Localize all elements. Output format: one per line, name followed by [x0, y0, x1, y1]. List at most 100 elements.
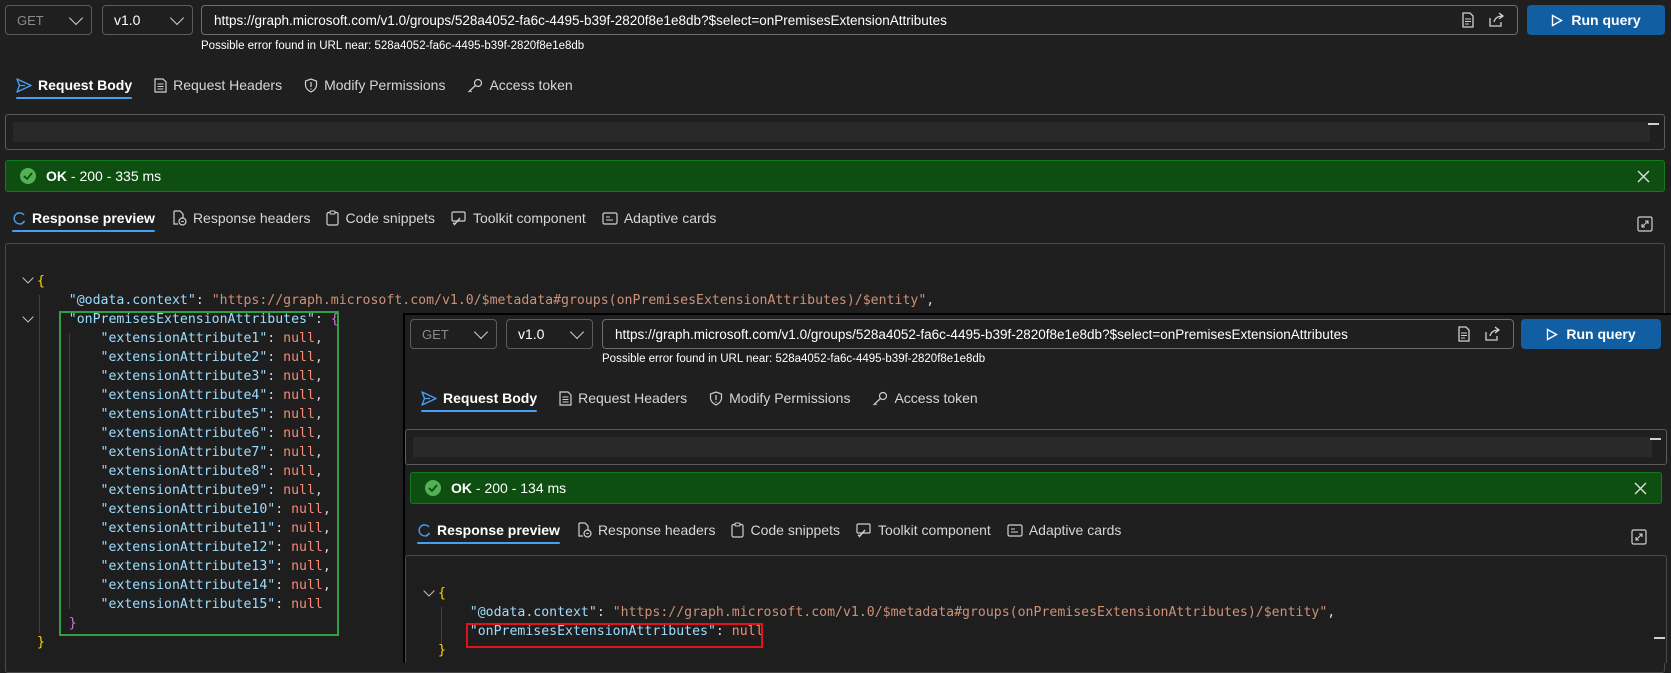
run-query-button[interactable]: Run query	[1521, 319, 1661, 349]
response-tabs: Response preview Response headers Code s…	[409, 522, 1129, 544]
tab-label: Request Body	[38, 77, 133, 93]
document-icon	[578, 522, 592, 538]
tab-modify-permissions[interactable]: Modify Permissions	[701, 390, 858, 412]
tab-label: Access token	[894, 390, 978, 406]
document-icon	[154, 77, 167, 93]
tab-response-preview[interactable]: Response preview	[4, 210, 163, 232]
tab-toolkit-component[interactable]: Toolkit component	[848, 522, 999, 544]
chevron-down-icon	[68, 10, 84, 25]
collapse-icon[interactable]	[1654, 637, 1665, 639]
clipboard-icon	[326, 210, 340, 226]
json-close-brace: }	[37, 635, 45, 650]
tab-toolkit-component[interactable]: Toolkit component	[443, 210, 594, 232]
tab-modify-permissions[interactable]: Modify Permissions	[296, 77, 453, 99]
chevron-down-icon	[473, 324, 489, 339]
status-text: OK - 200 - 134 ms	[451, 480, 567, 496]
tab-code-snippets[interactable]: Code snippets	[723, 522, 848, 544]
tab-adaptive-cards[interactable]: Adaptive cards	[999, 522, 1130, 544]
close-icon[interactable]	[1637, 170, 1650, 183]
arrow-icon	[418, 523, 431, 537]
status-bar: OK - 200 - 335 ms	[5, 160, 1665, 192]
tab-label: Code snippets	[345, 210, 435, 226]
request-body-editor[interactable]	[5, 114, 1665, 150]
tab-label: Toolkit component	[472, 210, 586, 226]
url-input[interactable]: https://graph.microsoft.com/v1.0/groups/…	[602, 319, 1514, 349]
send-icon	[16, 77, 32, 93]
document-icon	[559, 390, 572, 406]
status-bar: OK - 200 - 134 ms	[410, 472, 1662, 504]
share-icon[interactable]	[1487, 12, 1505, 28]
request-body-editor[interactable]	[405, 429, 1667, 465]
card-icon	[1007, 523, 1023, 537]
tab-access-token[interactable]: Access token	[864, 390, 985, 412]
tab-label: Response preview	[437, 522, 560, 538]
shield-icon	[304, 77, 318, 93]
tab-label: Response headers	[192, 210, 311, 226]
tab-code-snippets[interactable]: Code snippets	[318, 210, 443, 232]
tab-label: Request Headers	[173, 77, 283, 93]
tab-label: Modify Permissions	[324, 77, 446, 93]
tab-response-headers[interactable]: Response headers	[163, 210, 319, 232]
graph-explorer-secondary: GET v1.0 https://graph.microsoft.com/v1.…	[403, 313, 1671, 663]
tab-label: Response headers	[597, 522, 716, 538]
tab-request-body[interactable]: Request Body	[413, 390, 545, 412]
tab-request-headers[interactable]: Request Headers	[551, 390, 695, 412]
chevron-down-icon	[169, 10, 185, 25]
tab-access-token[interactable]: Access token	[459, 77, 580, 99]
share-icon[interactable]	[1483, 326, 1501, 342]
request-body-textarea[interactable]	[413, 437, 1652, 457]
tab-adaptive-cards[interactable]: Adaptive cards	[594, 210, 725, 232]
checkmark-icon	[425, 480, 441, 496]
request-tabs: Request Body Request Headers Modify Perm…	[8, 77, 581, 99]
url-text: https://graph.microsoft.com/v1.0/groups/…	[615, 326, 1348, 342]
version-label: v1.0	[518, 326, 545, 342]
docs-icon[interactable]	[1457, 326, 1471, 342]
send-icon	[421, 390, 437, 406]
tab-label: Access token	[489, 77, 573, 93]
card-icon	[602, 211, 618, 225]
version-dropdown[interactable]: v1.0	[102, 5, 193, 35]
json-line-context: "@odata.context": "https://graph.microso…	[469, 605, 1336, 620]
method-dropdown[interactable]: GET	[5, 5, 92, 35]
play-icon	[1547, 327, 1559, 341]
tab-request-headers[interactable]: Request Headers	[146, 77, 290, 99]
tab-label: Modify Permissions	[729, 390, 851, 406]
request-tabs: Request Body Request Headers Modify Perm…	[413, 390, 986, 412]
expand-icon[interactable]	[1631, 529, 1647, 545]
tab-label: Adaptive cards	[1028, 522, 1122, 538]
docs-icon[interactable]	[1461, 12, 1475, 28]
arrow-icon	[13, 211, 26, 225]
wrench-icon	[856, 523, 871, 538]
url-input[interactable]: https://graph.microsoft.com/v1.0/groups/…	[201, 5, 1518, 35]
document-icon	[173, 210, 187, 226]
url-error-hint: Possible error found in URL near: 528a40…	[602, 353, 986, 365]
tab-label: Request Body	[443, 390, 538, 406]
expand-icon[interactable]	[1637, 216, 1653, 232]
collapse-icon[interactable]	[1648, 123, 1659, 125]
collapse-icon[interactable]	[1650, 438, 1661, 440]
red-highlight-box	[466, 623, 763, 648]
url-text: https://graph.microsoft.com/v1.0/groups/…	[214, 12, 947, 28]
version-dropdown[interactable]: v1.0	[506, 319, 593, 349]
checkmark-icon	[20, 168, 36, 184]
method-label: GET	[17, 12, 44, 28]
tab-request-body[interactable]: Request Body	[8, 77, 140, 99]
json-open-brace: {	[37, 274, 45, 289]
clipboard-icon	[731, 522, 745, 538]
run-query-button[interactable]: Run query	[1527, 5, 1665, 35]
status-text: OK - 200 - 335 ms	[46, 168, 162, 184]
run-query-label: Run query	[1566, 326, 1636, 342]
chevron-down-icon	[569, 324, 585, 339]
response-tabs: Response preview Response headers Code s…	[4, 210, 724, 232]
run-query-label: Run query	[1571, 12, 1641, 28]
key-icon	[468, 78, 483, 92]
tab-label: Toolkit component	[877, 522, 991, 538]
tab-response-preview[interactable]: Response preview	[409, 522, 568, 544]
url-error-hint: Possible error found in URL near: 528a40…	[201, 40, 585, 52]
tab-response-headers[interactable]: Response headers	[568, 522, 724, 544]
close-icon[interactable]	[1634, 482, 1647, 495]
request-body-textarea[interactable]	[13, 122, 1650, 142]
wrench-icon	[451, 211, 466, 226]
method-dropdown[interactable]: GET	[410, 319, 497, 349]
play-icon	[1552, 13, 1564, 27]
